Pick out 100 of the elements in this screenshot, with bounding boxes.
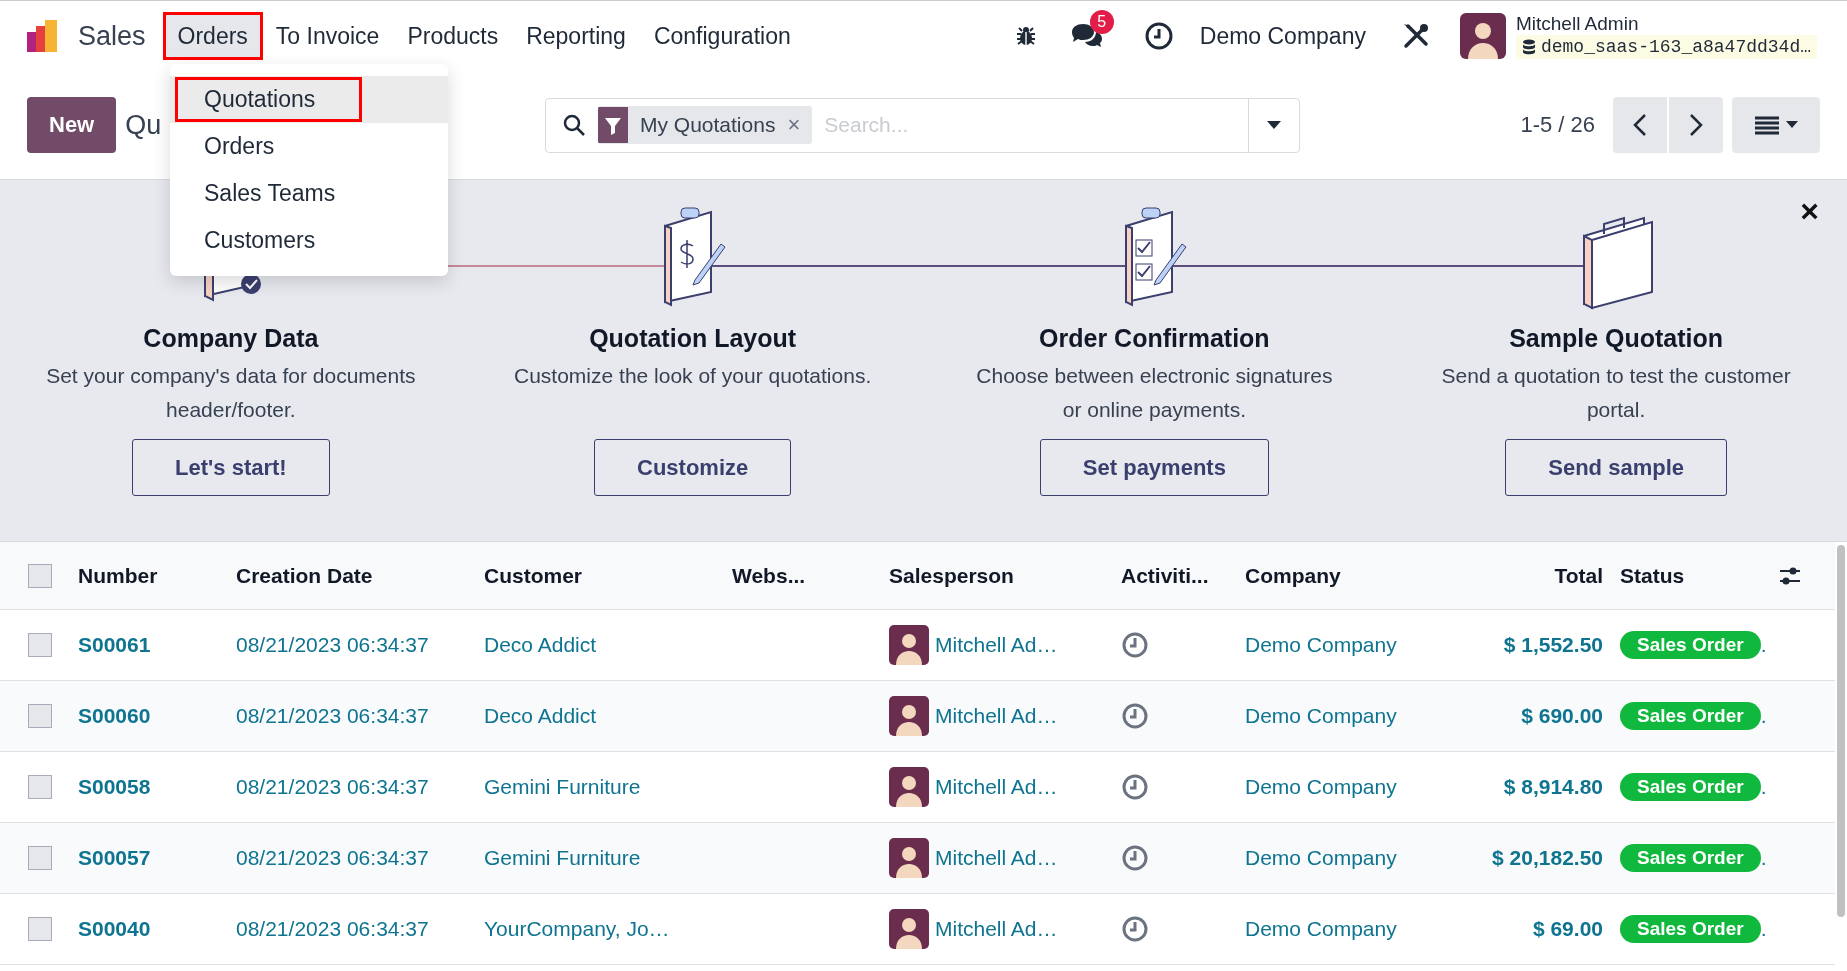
row-checkbox[interactable] (28, 704, 52, 728)
row-checkbox[interactable] (28, 775, 52, 799)
wrench-screwdriver-icon[interactable] (1401, 22, 1430, 50)
list-icon (1754, 115, 1780, 135)
status-badge: Sales Order (1620, 844, 1761, 872)
step-title: Company Data (143, 324, 319, 353)
creation-date: 08/21/2023 06:34:37 (236, 846, 429, 870)
company-name[interactable]: Demo Company (1245, 704, 1397, 728)
salesperson-name[interactable]: Mitchell Ad… (935, 846, 1058, 870)
step-title: Sample Quotation (1509, 324, 1724, 353)
creation-date: 08/21/2023 06:34:37 (236, 775, 429, 799)
salesperson-name[interactable]: Mitchell Ad… (935, 775, 1058, 799)
new-button[interactable]: New (27, 97, 117, 153)
step-description: Choose between electronic signatures or online payments. (975, 363, 1334, 423)
status-badge: Sales Order (1620, 915, 1761, 943)
customer-name[interactable]: Deco Addict (484, 704, 597, 728)
creation-date: 08/21/2023 06:34:37 (236, 917, 429, 941)
status-overflow-text: . (1760, 846, 1767, 870)
order-number[interactable]: S00061 (78, 633, 151, 657)
dropdown-item[interactable]: Orders (170, 123, 448, 170)
column-header[interactable]: Webs... (732, 563, 806, 588)
scrollbar[interactable] (1837, 545, 1845, 917)
step-button[interactable]: Send sample (1505, 439, 1727, 496)
column-header[interactable]: Creation Date (236, 563, 373, 588)
company-switcher[interactable]: Demo Company (1193, 21, 1372, 51)
order-total: $ 690.00 (1521, 704, 1603, 728)
clock-icon[interactable] (1143, 21, 1174, 51)
app-name[interactable]: Sales (78, 20, 146, 52)
status-overflow-text: . (1760, 917, 1767, 941)
close-button[interactable]: × (1794, 194, 1825, 228)
order-total: $ 1,552.50 (1503, 633, 1603, 657)
next-page-button[interactable] (1669, 97, 1723, 153)
customer-name[interactable]: Deco Addict (484, 633, 597, 657)
step-description: Send a quotation to test the customer portal. (1440, 363, 1792, 423)
caret-down-icon (1786, 121, 1798, 129)
customer-name[interactable]: Gemini Furniture (484, 775, 641, 799)
remove-facet-button[interactable]: × (787, 112, 813, 138)
avatar-icon[interactable] (1459, 13, 1506, 59)
order-number[interactable]: S00060 (78, 704, 151, 728)
menu-tab[interactable]: Configuration (641, 15, 803, 57)
notification-badge: 5 (1089, 10, 1114, 34)
column-header[interactable]: Number (78, 563, 158, 588)
step-button[interactable]: Set payments (1039, 439, 1269, 496)
order-number[interactable]: S00057 (78, 846, 151, 870)
column-header[interactable]: Activiti... (1121, 563, 1209, 588)
funnel-icon (598, 107, 628, 143)
pager-value: 1-5 / 26 (1520, 112, 1595, 138)
company-name[interactable]: Demo Company (1245, 633, 1397, 657)
step-description: Customize the look of your quotations. (513, 363, 873, 389)
salesperson-name[interactable]: Mitchell Ad… (935, 633, 1058, 657)
order-total: $ 8,914.80 (1503, 775, 1603, 799)
dropdown-item[interactable]: Sales Teams (170, 170, 448, 217)
row-checkbox[interactable] (28, 846, 52, 870)
column-header[interactable]: Salesperson (889, 563, 1014, 588)
chevron-left-icon (1633, 113, 1647, 137)
avatar-icon (889, 696, 929, 736)
order-number[interactable]: S00040 (78, 917, 151, 941)
creation-date: 08/21/2023 06:34:37 (236, 633, 429, 657)
company-name[interactable]: Demo Company (1245, 775, 1397, 799)
filter-facet[interactable]: My Quotations × (598, 106, 813, 144)
select-all-checkbox[interactable] (28, 563, 52, 588)
order-total: $ 20,182.50 (1492, 846, 1603, 870)
row-checkbox[interactable] (28, 633, 52, 657)
dropdown-item[interactable]: Customers (170, 217, 448, 264)
status-badge: Sales Order (1620, 773, 1761, 801)
column-header[interactable]: Total (1554, 563, 1603, 588)
dropdown-item[interactable]: Quotations (170, 76, 448, 123)
chevron-right-icon (1689, 113, 1703, 137)
menu-tab[interactable]: Reporting (514, 15, 638, 57)
company-name[interactable]: Demo Company (1245, 917, 1397, 941)
salesperson-name[interactable]: Mitchell Ad… (935, 917, 1058, 941)
search-icon[interactable] (562, 113, 586, 137)
database-name: demo_saas-163_a8a47dd34d… (1540, 37, 1811, 57)
column-header[interactable]: Company (1245, 563, 1341, 588)
company-name[interactable]: Demo Company (1245, 846, 1397, 870)
customer-name[interactable]: Gemini Furniture (484, 846, 641, 870)
status-overflow-text: . (1760, 633, 1767, 657)
creation-date: 08/21/2023 06:34:37 (236, 704, 429, 728)
order-total: $ 69.00 (1532, 917, 1603, 941)
menu-tab[interactable]: Orders (165, 15, 260, 57)
caret-down-icon[interactable] (1266, 120, 1282, 130)
step-button[interactable]: Customize (594, 439, 792, 496)
column-header[interactable]: Customer (484, 563, 583, 588)
status-badge: Sales Order (1620, 631, 1761, 659)
order-number[interactable]: S00058 (78, 775, 151, 799)
avatar-icon (889, 625, 929, 665)
customer-name[interactable]: YourCompany, Jo… (484, 917, 670, 941)
avatar-icon (889, 767, 929, 807)
page-title: Qu (125, 109, 162, 141)
row-checkbox[interactable] (28, 917, 52, 941)
step-title: Order Confirmation (1039, 324, 1270, 353)
step-title: Quotation Layout (589, 324, 797, 353)
column-header[interactable]: Status (1620, 563, 1685, 588)
avatar-icon (889, 838, 929, 878)
menu-tab[interactable]: To Invoice (263, 15, 392, 57)
view-switcher-button[interactable] (1732, 97, 1820, 153)
menu-tab[interactable]: Products (395, 15, 511, 57)
salesperson-name[interactable]: Mitchell Ad… (935, 704, 1058, 728)
status-overflow-text: . (1760, 775, 1767, 799)
step-button[interactable]: Let's start! (132, 439, 330, 496)
